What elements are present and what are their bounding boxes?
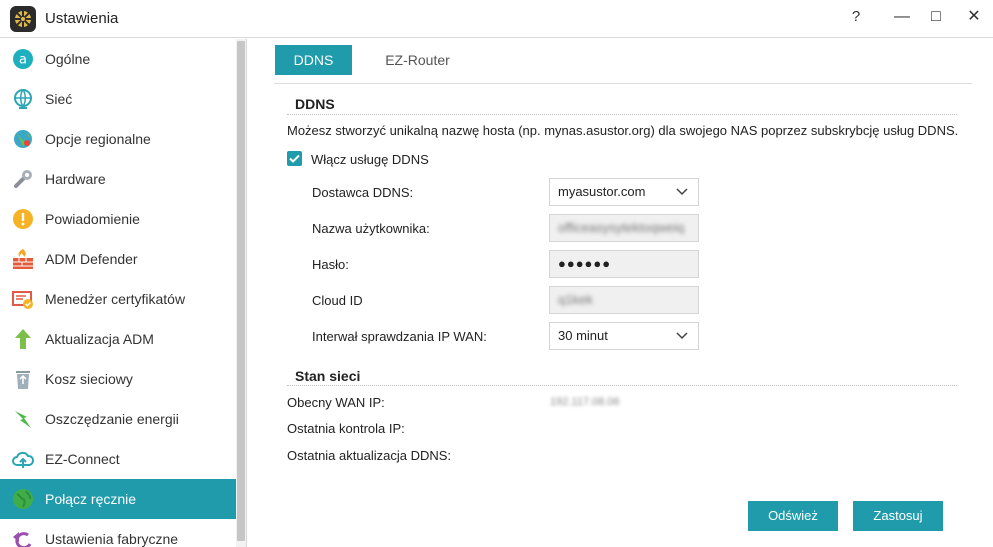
svg-text:a: a	[19, 53, 27, 68]
chevron-down-icon	[676, 332, 688, 340]
cloud-id-field[interactable]: q1kek	[549, 286, 699, 314]
ddns-description: Możesz stworzyć unikalną nazwę hosta (np…	[287, 123, 959, 138]
sidebar-item-general[interactable]: a Ogólne	[0, 39, 236, 79]
sidebar-item-label: Kosz sieciowy	[45, 371, 133, 387]
tab-ez-router[interactable]: EZ-Router	[370, 45, 465, 75]
cloud-id-label: Cloud ID	[312, 293, 363, 308]
last-ddns-update-label: Ostatnia aktualizacja DDNS:	[287, 448, 452, 463]
password-field[interactable]: ●●●●●●	[549, 250, 699, 278]
window-title: Ustawienia	[45, 10, 119, 27]
sidebar-item-label: Oszczędzanie energii	[45, 411, 179, 427]
sidebar-item-label: Połącz ręcznie	[45, 491, 137, 507]
enable-ddns-checkbox[interactable]	[287, 151, 302, 166]
apply-button[interactable]: Zastosuj	[853, 501, 943, 531]
general-icon: a	[13, 49, 33, 69]
sidebar-item-ez-connect[interactable]: EZ-Connect	[0, 439, 236, 479]
sidebar-item-manual-connect[interactable]: Połącz ręcznie	[0, 479, 236, 519]
factory-reset-icon	[13, 532, 32, 547]
maximize-button[interactable]: □	[920, 4, 952, 30]
sidebar-item-certificate-manager[interactable]: Menedżer certyfikatów	[0, 279, 236, 319]
tab-divider	[274, 83, 972, 84]
sidebar-item-adm-defender[interactable]: ADM Defender	[0, 239, 236, 279]
regional-globe-icon	[14, 130, 32, 148]
network-status-title: Stan sieci	[295, 368, 361, 384]
sidebar-item-notification[interactable]: Powiadomienie	[0, 199, 236, 239]
ddns-provider-value: myasustor.com	[558, 184, 646, 199]
cloud-upload-icon	[12, 451, 34, 468]
scrollbar-thumb[interactable]	[237, 41, 245, 541]
password-label: Hasło:	[312, 257, 349, 272]
sidebar-item-label: ADM Defender	[45, 251, 138, 267]
cloud-id-value: q1kek	[558, 292, 593, 307]
recycle-bin-icon	[16, 371, 30, 389]
sidebar-item-label: Opcje regionalne	[45, 131, 151, 147]
username-field[interactable]: officeasysytektoqweiq	[549, 214, 699, 242]
ddns-provider-select[interactable]: myasustor.com	[549, 178, 699, 206]
chevron-down-icon	[676, 188, 688, 196]
password-value: ●●●●●●	[558, 256, 612, 271]
enable-ddns-label: Włącz usługę DDNS	[311, 152, 429, 167]
hardware-wrench-icon	[14, 170, 32, 188]
title-bar: Ustawienia ? — □ ✕	[0, 0, 993, 38]
energy-bolt-icon	[15, 411, 31, 428]
last-ip-check-label: Ostatnia kontrola IP:	[287, 421, 405, 436]
sidebar-item-factory-reset[interactable]: Ustawienia fabryczne	[0, 519, 236, 547]
settings-app-icon	[10, 6, 36, 32]
firewall-icon	[13, 249, 33, 269]
section-divider	[287, 385, 957, 386]
refresh-button[interactable]: Odśwież	[748, 501, 838, 531]
tab-ddns[interactable]: DDNS	[275, 45, 352, 75]
sidebar: a Ogólne Sieć Opcje regionalne Hardware …	[0, 39, 247, 547]
sidebar-item-label: Powiadomienie	[45, 211, 140, 227]
ddns-provider-label: Dostawca DDNS:	[312, 185, 414, 200]
close-button[interactable]: ✕	[958, 4, 990, 30]
sidebar-item-label: Ustawienia fabryczne	[45, 531, 179, 547]
wan-ip-value: 192.117.08.06	[550, 396, 620, 408]
wan-check-interval-select[interactable]: 30 minut	[549, 322, 699, 350]
username-label: Nazwa użytkownika:	[312, 221, 430, 236]
ddns-section-title: DDNS	[295, 96, 335, 112]
sidebar-item-label: Menedżer certyfikatów	[45, 291, 186, 307]
checkmark-icon	[289, 154, 300, 163]
sidebar-item-energy-saving[interactable]: Oszczędzanie energii	[0, 399, 236, 439]
section-divider	[287, 114, 957, 115]
wan-check-interval-label: Interwał sprawdzania IP WAN:	[312, 329, 487, 344]
sidebar-item-regional[interactable]: Opcje regionalne	[0, 119, 236, 159]
sidebar-item-label: Hardware	[45, 171, 106, 187]
sidebar-item-label: Sieć	[45, 91, 73, 107]
sidebar-item-label: Ogólne	[45, 51, 91, 67]
wan-check-interval-value: 30 minut	[558, 328, 608, 343]
help-button[interactable]: ?	[840, 4, 872, 30]
wan-ip-label: Obecny WAN IP:	[287, 395, 385, 410]
minimize-button[interactable]: —	[886, 4, 918, 30]
network-globe-icon	[14, 89, 32, 109]
sidebar-scrollbar[interactable]	[236, 39, 246, 547]
certificate-icon	[12, 291, 33, 309]
sidebar-item-label: EZ-Connect	[45, 451, 120, 467]
sidebar-item-network-recycle-bin[interactable]: Kosz sieciowy	[0, 359, 236, 399]
sidebar-item-hardware[interactable]: Hardware	[0, 159, 236, 199]
sidebar-item-label: Aktualizacja ADM	[45, 331, 154, 347]
update-arrow-icon	[15, 329, 31, 349]
notification-exclamation-icon	[13, 209, 33, 229]
username-value: officeasysytektoqweiq	[558, 220, 685, 235]
sidebar-item-network[interactable]: Sieć	[0, 79, 236, 119]
sidebar-item-adm-update[interactable]: Aktualizacja ADM	[0, 319, 236, 359]
manual-connect-globe-icon	[13, 489, 33, 509]
